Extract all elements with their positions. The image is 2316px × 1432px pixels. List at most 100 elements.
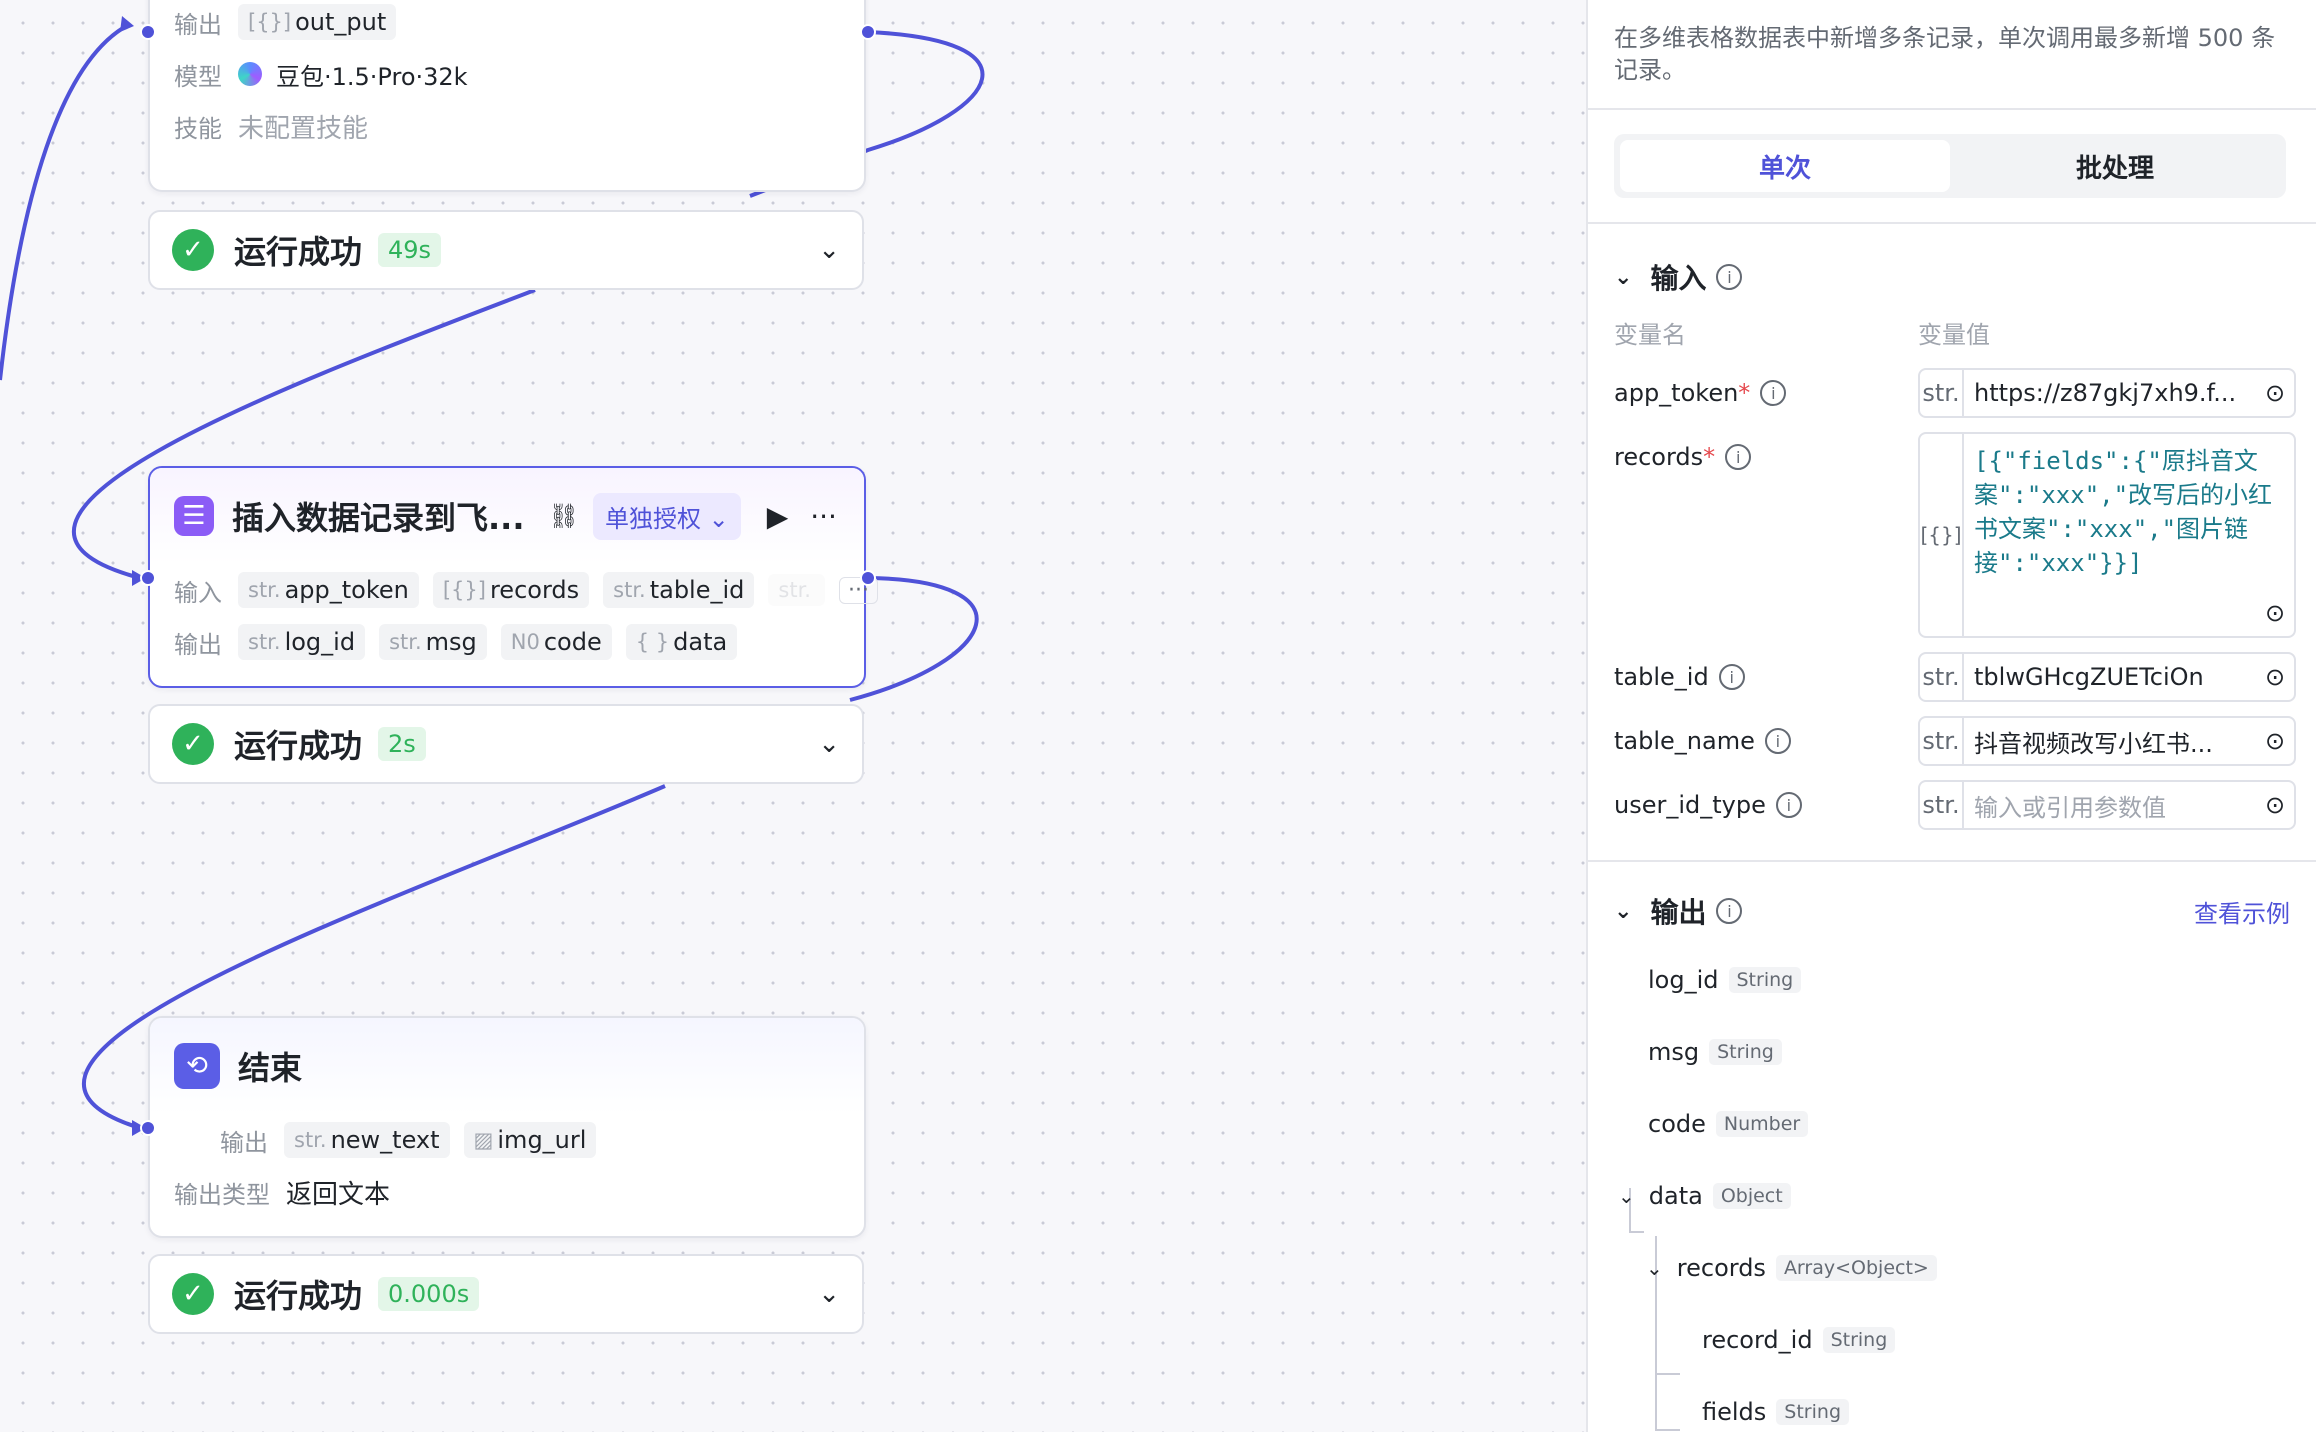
table-id-input[interactable]: str. tblwGHcgZUETciOn ⊙ <box>1918 652 2296 702</box>
info-icon[interactable]: i <box>1764 728 1791 754</box>
output-item: code Number <box>1648 1110 1809 1138</box>
input-label: 输入 <box>174 578 222 607</box>
records-editor[interactable]: [{"fields":{"原抖音文案":"xxx","改写后的小红书文案":"x… <box>1964 434 2294 636</box>
output-item-records[interactable]: ⌄ records Array<Object> <box>1646 1254 1937 1282</box>
chevron-down-icon[interactable]: ⌄ <box>1614 899 1632 924</box>
insert-run-status[interactable]: ✓ 运行成功 2s ⌄ <box>148 704 864 784</box>
records-input[interactable]: [{}] [{"fields":{"原抖音文案":"xxx","改写后的小红书文… <box>1918 432 2296 638</box>
chevron-down-icon[interactable]: ⌄ <box>1618 1184 1635 1208</box>
type-label: str. <box>1920 718 1964 764</box>
input-chip-faded: str. <box>768 574 825 606</box>
chevron-down-icon[interactable]: ⌄ <box>818 729 840 759</box>
node-title: 结束 <box>238 1049 303 1087</box>
skill-label: 技能 <box>174 114 222 143</box>
app-token-input[interactable]: str. https://z87gkj7xh9.f... ⊙ <box>1918 368 2296 418</box>
llm-output-label: 输出 <box>174 10 222 39</box>
info-icon[interactable]: i <box>1716 264 1743 290</box>
run-icon[interactable]: ▶ <box>767 500 789 533</box>
type-label: str. <box>1920 370 1964 416</box>
end-input-port[interactable] <box>140 1120 156 1136</box>
param-value[interactable]: tblwGHcgZUETciOn <box>1964 654 2256 700</box>
skill-value: 未配置技能 <box>238 113 369 144</box>
variable-ref-icon[interactable]: ⊙ <box>2256 654 2294 700</box>
info-icon[interactable]: i <box>1775 792 1802 818</box>
auth-dropdown[interactable]: 单独授权 ⌄ <box>592 492 741 540</box>
llm-skill-row: 技能 未配置技能 <box>150 100 864 152</box>
chevron-down-icon[interactable]: ⌄ <box>1614 265 1632 290</box>
node-header: ⟲ 结束 <box>150 1018 864 1114</box>
type-label: [{}] <box>1920 434 1964 636</box>
input-chip: str. table_id <box>603 572 755 608</box>
link-icon: ⛓ <box>548 502 579 530</box>
check-circle-icon: ✓ <box>172 1273 214 1315</box>
type-label: str. <box>1920 654 1964 700</box>
output-item-data[interactable]: ⌄ data Object <box>1618 1182 1791 1210</box>
insert-input-port[interactable] <box>140 570 156 586</box>
insert-records-node[interactable]: ☰ 插入数据记录到飞... ⛓ 单独授权 ⌄ ▶ ··· 输入 str. app_… <box>148 466 878 688</box>
tab-batch[interactable]: 批处理 <box>1950 140 2280 192</box>
status-text: 运行成功 <box>234 727 363 765</box>
status-duration: 0.000s <box>378 1277 480 1311</box>
variable-ref-icon[interactable]: ⊙ <box>2256 782 2294 828</box>
exit-icon: ⟲ <box>174 1043 220 1089</box>
variable-ref-icon[interactable]: ⊙ <box>2256 718 2294 764</box>
input-section-header[interactable]: ⌄ 输入 i <box>1588 242 2316 312</box>
output-chip: str. new_text <box>284 1122 450 1158</box>
records-json[interactable]: [{"fields":{"原抖音文案":"xxx","改写后的小红书文案":"x… <box>1964 434 2294 590</box>
end-output-type-row: 输出类型 返回文本 <box>150 1166 864 1218</box>
user-id-type-input[interactable]: str. 输入或引用参数值 ⊙ <box>1918 780 2296 830</box>
param-name: table_id i <box>1614 652 1918 702</box>
wire-into-llm <box>0 22 131 381</box>
more-icon[interactable]: ··· <box>810 500 837 533</box>
info-icon[interactable]: i <box>1716 898 1743 924</box>
llm-output-port[interactable] <box>860 24 876 40</box>
param-value[interactable]: 抖音视频改写小红书... <box>1964 718 2256 764</box>
check-circle-icon: ✓ <box>172 229 214 271</box>
llm-input-port[interactable] <box>140 24 156 40</box>
model-label: 模型 <box>174 62 222 91</box>
node-header: ☰ 插入数据记录到飞... ⛓ 单独授权 ⌄ ▶ ··· <box>150 468 864 564</box>
param-name: user_id_type i <box>1614 780 1918 830</box>
input-chip: [{}] records <box>432 572 590 608</box>
insert-output-port[interactable] <box>860 570 876 586</box>
param-row-app-token: app_token * i str. https://z87gkj7xh9.f...… <box>1588 368 2316 418</box>
output-chip: N0 code <box>500 624 612 660</box>
llm-node[interactable]: 输入 str.douyin_text str.redbook_text ▨ima… <box>148 0 866 192</box>
end-node[interactable]: ⟲ 结束 输出 str. new_text ▨ img_url 输出类型 返回文本 <box>148 1016 866 1238</box>
col-value-header: 变量值 <box>1918 320 1990 349</box>
view-example-link[interactable]: 查看示例 <box>2194 894 2290 929</box>
info-icon[interactable]: i <box>1718 664 1745 690</box>
variable-ref-icon[interactable]: ⊙ <box>2256 370 2294 416</box>
param-placeholder[interactable]: 输入或引用参数值 <box>1964 782 2256 828</box>
llm-run-status[interactable]: ✓ 运行成功 49s ⌄ <box>148 210 864 290</box>
llm-model-row: 模型 豆包·1.5·Pro·32k <box>150 48 864 100</box>
param-row-table-id: table_id i str. tblwGHcgZUETciOn ⊙ <box>1588 652 2316 702</box>
output-chip: [{}] out_put <box>238 4 397 40</box>
output-item: log_id String <box>1648 966 1802 994</box>
table-name-input[interactable]: str. 抖音视频改写小红书... ⊙ <box>1918 716 2296 766</box>
info-icon[interactable]: i <box>1760 380 1787 406</box>
output-type-value: 返回文本 <box>286 1179 391 1210</box>
chevron-down-icon[interactable]: ⌄ <box>818 1279 840 1309</box>
variable-ref-icon[interactable]: ⊙ <box>2256 598 2294 628</box>
table-icon: ☰ <box>174 496 214 536</box>
output-label: 输出 <box>174 630 222 659</box>
node-detail-panel: 在多维表格数据表中新增多条记录，单次调用最多新增 500 条记录。 单次 批处理… <box>1586 0 2316 1432</box>
model-logo-icon <box>238 62 262 86</box>
check-circle-icon: ✓ <box>172 723 214 765</box>
end-run-status[interactable]: ✓ 运行成功 0.000s ⌄ <box>148 1254 864 1334</box>
chevron-down-icon[interactable]: ⌄ <box>818 235 840 265</box>
output-tree: log_id String msg String code Number ⌄ data O… <box>1588 946 2316 1432</box>
tab-single[interactable]: 单次 <box>1620 140 1950 192</box>
chevron-down-icon[interactable]: ⌄ <box>1646 1256 1663 1280</box>
param-column-headers: 变量名 变量值 <box>1588 312 2316 352</box>
output-section-header[interactable]: ⌄ 输出 i 查看示例 <box>1588 876 2316 946</box>
output-item: record_id String <box>1702 1326 1896 1354</box>
param-value[interactable]: https://z87gkj7xh9.f... <box>1964 370 2256 416</box>
run-mode-tabs: 单次 批处理 <box>1614 134 2286 198</box>
col-name-header: 变量名 <box>1614 320 1686 349</box>
workflow-canvas[interactable]: 输入 str.douyin_text str.redbook_text ▨ima… <box>0 0 1586 1432</box>
llm-output-row: 输出 [{}] out_put <box>150 0 864 48</box>
model-value: 豆包·1.5·Pro·32k <box>276 62 468 91</box>
info-icon[interactable]: i <box>1725 444 1752 470</box>
